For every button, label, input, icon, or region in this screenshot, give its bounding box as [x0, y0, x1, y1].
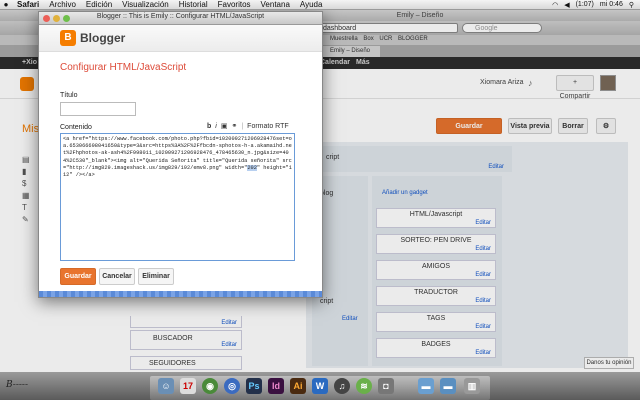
photo-booth-icon[interactable]: ◘ — [378, 378, 394, 394]
menu-ayuda[interactable]: Ayuda — [295, 0, 328, 9]
dock: ☺ 17 ◉ ◎ Ps Id Ai W ♫ ≋ ◘ ▬ ▬ ▥ — [0, 372, 640, 400]
page-title: Configurar HTML/JavaScript — [60, 62, 187, 73]
editor-toolbar: b i ▣ ⚭ | Formato RTF — [207, 122, 289, 131]
title-input[interactable] — [60, 102, 136, 116]
itunes-icon[interactable]: ♫ — [334, 378, 350, 394]
trash-icon[interactable]: ▥ — [464, 378, 480, 394]
cancel-button[interactable]: Cancelar — [99, 268, 135, 285]
spotify-icon[interactable]: ≋ — [356, 378, 372, 394]
popup-titlebar: Blogger :: This is Emily :: Configurar H… — [39, 12, 322, 25]
menu-ventana[interactable]: Ventana — [256, 0, 295, 9]
image-icon[interactable]: ▣ — [221, 122, 228, 130]
blogger-logo-text: Blogger — [80, 31, 126, 45]
menu-bar: ● Safari Archivo Edición Visualización H… — [0, 0, 640, 10]
bold-button[interactable]: b — [207, 123, 211, 130]
indesign-icon[interactable]: Id — [268, 378, 284, 394]
calendar-icon[interactable]: 17 — [180, 378, 196, 394]
battery-status[interactable]: (1:07) — [576, 1, 594, 8]
wifi-icon[interactable]: ◠ — [552, 1, 558, 9]
italic-button[interactable]: i — [215, 123, 217, 130]
finder-icon[interactable]: ☺ — [158, 378, 174, 394]
signature-watermark: B----- — [6, 380, 28, 390]
title-label: Título — [60, 92, 78, 99]
clock[interactable]: mi 0:46 — [600, 1, 623, 8]
illustrator-icon[interactable]: Ai — [290, 378, 306, 394]
content-label: Contenido — [60, 124, 92, 131]
downloads-folder-icon[interactable]: ▬ — [440, 378, 456, 394]
menu-app[interactable]: Safari — [12, 0, 44, 9]
menu-edicion[interactable]: Edición — [81, 0, 117, 9]
rich-text-button[interactable]: Formato RTF — [247, 123, 289, 130]
menu-archivo[interactable]: Archivo — [44, 0, 81, 9]
spotlight-icon[interactable]: ⚲ — [629, 1, 634, 9]
save-button[interactable]: Guardar — [60, 268, 96, 285]
content-text-selection: 202 — [247, 164, 257, 171]
safari-icon[interactable]: ◎ — [224, 378, 240, 394]
word-icon[interactable]: W — [312, 378, 328, 394]
apple-icon[interactable]: ● — [0, 0, 12, 9]
link-icon[interactable]: ⚭ — [231, 122, 237, 130]
applications-folder-icon[interactable]: ▬ — [418, 378, 434, 394]
blogger-logo-icon: B — [60, 30, 76, 46]
menu-historial[interactable]: Historial — [174, 0, 213, 9]
config-popup-window: Blogger :: This is Emily :: Configurar H… — [38, 11, 323, 298]
menu-favoritos[interactable]: Favoritos — [213, 0, 256, 9]
chrome-icon[interactable]: ◉ — [202, 378, 218, 394]
remove-button[interactable]: Eliminar — [138, 268, 174, 285]
menu-visualizacion[interactable]: Visualización — [117, 0, 174, 9]
popup-logo-bar: B Blogger — [39, 25, 322, 52]
popup-title: Blogger :: This is Emily :: Configurar H… — [96, 13, 265, 20]
content-textarea[interactable]: <a href="https://www.facebook.com/photo.… — [60, 133, 295, 261]
loading-progress-bar — [39, 291, 322, 297]
photoshop-icon[interactable]: Ps — [246, 378, 262, 394]
volume-icon[interactable]: ◀ — [564, 1, 569, 9]
